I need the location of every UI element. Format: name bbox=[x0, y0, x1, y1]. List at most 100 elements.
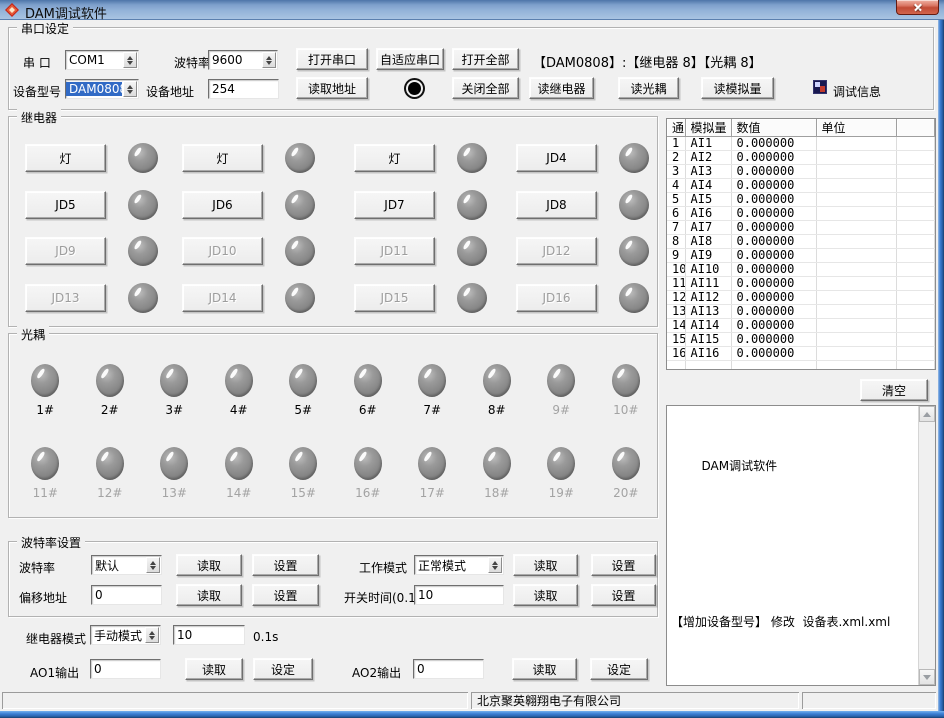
opto-channel-label: 18# bbox=[484, 486, 509, 500]
debug-info-icon bbox=[813, 80, 827, 94]
col-header-extra[interactable] bbox=[896, 119, 935, 137]
relay-button[interactable]: JD12 bbox=[516, 237, 597, 265]
relay-button[interactable]: JD14 bbox=[182, 284, 263, 312]
relay-button[interactable]: 灯 bbox=[354, 144, 435, 172]
status-pane-company: 北京聚英翱翔电子有限公司 bbox=[471, 692, 799, 709]
col-header-value[interactable]: 数值 bbox=[731, 119, 816, 137]
table-row[interactable]: 7 AI7 0.000000 bbox=[667, 221, 935, 235]
cell-unit bbox=[816, 193, 896, 207]
opto-channel-label: 10# bbox=[613, 403, 638, 417]
table-row[interactable]: 14 AI14 0.000000 bbox=[667, 319, 935, 333]
table-row[interactable]: 1 AI1 0.000000 bbox=[667, 137, 935, 151]
relay-mode-time-input[interactable] bbox=[173, 625, 245, 645]
cell-value: 0.000000 bbox=[731, 319, 816, 333]
table-row[interactable]: 4 AI4 0.000000 bbox=[667, 179, 935, 193]
col-header-analog[interactable]: 模拟量 bbox=[685, 119, 731, 137]
relay-mode-combobox[interactable]: 手动模式 bbox=[90, 625, 161, 645]
relay-button[interactable]: 灯 bbox=[182, 144, 263, 172]
open-port-button[interactable]: 打开串口 bbox=[296, 48, 368, 70]
relay-button[interactable]: JD8 bbox=[516, 191, 597, 219]
relay-button[interactable]: JD16 bbox=[516, 284, 597, 312]
close-all-button[interactable]: 关闭全部 bbox=[452, 77, 519, 99]
port-combobox[interactable]: COM1 bbox=[65, 50, 139, 70]
offset-set-button[interactable]: 设置 bbox=[252, 584, 319, 606]
relay-button[interactable]: JD4 bbox=[516, 144, 597, 172]
ao2-set-button[interactable]: 设定 bbox=[590, 658, 648, 680]
ao1-input[interactable] bbox=[90, 659, 161, 679]
table-row[interactable]: 13 AI13 0.000000 bbox=[667, 305, 935, 319]
close-icon bbox=[913, 3, 922, 12]
read-analog-button[interactable]: 读模拟量 bbox=[701, 77, 774, 99]
relay-button[interactable]: JD13 bbox=[25, 284, 106, 312]
dropdown-arrow-icon[interactable] bbox=[123, 52, 137, 68]
switch-time-set-button[interactable]: 设置 bbox=[591, 584, 656, 606]
work-mode-read-button[interactable]: 读取 bbox=[513, 554, 578, 576]
table-row[interactable]: 15 AI15 0.000000 bbox=[667, 333, 935, 347]
offset-read-button[interactable]: 读取 bbox=[176, 584, 242, 606]
scroll-down-button[interactable] bbox=[919, 669, 935, 685]
device-address-input[interactable] bbox=[208, 79, 279, 99]
cell-value: 0.000000 bbox=[731, 333, 816, 347]
opto-led-indicator bbox=[31, 364, 59, 397]
dropdown-arrow-icon[interactable] bbox=[146, 557, 160, 573]
table-row[interactable]: 11 AI11 0.000000 bbox=[667, 277, 935, 291]
table-row[interactable]: 12 AI12 0.000000 bbox=[667, 291, 935, 305]
log-scrollbar[interactable] bbox=[918, 406, 935, 685]
log-line bbox=[671, 512, 917, 525]
clear-button[interactable]: 清空 bbox=[860, 379, 928, 401]
dropdown-arrow-icon[interactable] bbox=[145, 627, 159, 643]
ao1-set-button[interactable]: 设定 bbox=[253, 658, 313, 680]
cell-extra bbox=[896, 221, 935, 235]
dropdown-arrow-icon[interactable] bbox=[123, 81, 137, 97]
table-row[interactable]: 2 AI2 0.000000 bbox=[667, 151, 935, 165]
device-model-combobox[interactable]: DAM0808 bbox=[65, 79, 139, 99]
work-mode-combobox[interactable]: 正常模式 bbox=[414, 555, 504, 575]
ao2-read-button[interactable]: 读取 bbox=[512, 658, 577, 680]
work-mode-value: 正常模式 bbox=[415, 557, 487, 574]
relay-button[interactable]: 灯 bbox=[25, 144, 106, 172]
cell-unit bbox=[816, 333, 896, 347]
scroll-up-button[interactable] bbox=[919, 406, 935, 422]
switch-time-read-button[interactable]: 读取 bbox=[513, 584, 578, 606]
table-row[interactable]: 10 AI10 0.000000 bbox=[667, 263, 935, 277]
opto-led-indicator bbox=[289, 447, 317, 480]
cell-unit bbox=[816, 249, 896, 263]
adaptive-port-button[interactable]: 自适应串口 bbox=[376, 48, 444, 70]
open-all-button[interactable]: 打开全部 bbox=[452, 48, 519, 70]
log-panel[interactable]: DAM调试软件 【增加设备型号】 修改 设备表.xml.xml 【模拟量 单位、… bbox=[666, 405, 936, 686]
ao2-input[interactable] bbox=[413, 659, 484, 679]
cell-channel: 1 bbox=[667, 137, 685, 151]
cell-value: 0.000000 bbox=[731, 277, 816, 291]
close-button[interactable] bbox=[896, 0, 939, 15]
col-header-channel[interactable]: 通 bbox=[667, 119, 685, 137]
dropdown-arrow-icon[interactable] bbox=[262, 52, 276, 68]
baudrate-set-combobox[interactable]: 默认 bbox=[91, 555, 162, 575]
read-opto-button[interactable]: 读光耦 bbox=[618, 77, 679, 99]
table-row[interactable]: 8 AI8 0.000000 bbox=[667, 235, 935, 249]
table-row[interactable]: 16 AI16 0.000000 bbox=[667, 347, 935, 361]
ao1-read-button[interactable]: 读取 bbox=[185, 658, 243, 680]
work-mode-set-button[interactable]: 设置 bbox=[591, 554, 656, 576]
read-address-button[interactable]: 读取地址 bbox=[296, 77, 368, 99]
table-row[interactable]: 5 AI5 0.000000 bbox=[667, 193, 935, 207]
relay-button[interactable]: JD7 bbox=[354, 191, 435, 219]
relay-button[interactable]: JD6 bbox=[182, 191, 263, 219]
relay-button[interactable]: JD9 bbox=[25, 237, 106, 265]
table-row[interactable]: 9 AI9 0.000000 bbox=[667, 249, 935, 263]
baudrate-read-button[interactable]: 读取 bbox=[176, 554, 242, 576]
relay-button[interactable]: JD5 bbox=[25, 191, 106, 219]
table-row[interactable]: 6 AI6 0.000000 bbox=[667, 207, 935, 221]
switch-time-input[interactable] bbox=[414, 585, 504, 605]
relay-button[interactable]: JD11 bbox=[354, 237, 435, 265]
baudrate-set-button[interactable]: 设置 bbox=[252, 554, 319, 576]
read-relay-button[interactable]: 读继电器 bbox=[529, 77, 594, 99]
relay-button[interactable]: JD15 bbox=[354, 284, 435, 312]
col-header-unit[interactable]: 单位 bbox=[816, 119, 896, 137]
offset-address-input[interactable] bbox=[91, 585, 162, 605]
baudrate-combobox[interactable]: 9600 bbox=[208, 50, 278, 70]
table-row[interactable]: 3 AI3 0.000000 bbox=[667, 165, 935, 179]
debug-info-label: 调试信息 bbox=[833, 83, 881, 100]
relay-button[interactable]: JD10 bbox=[182, 237, 263, 265]
dropdown-arrow-icon[interactable] bbox=[488, 557, 502, 573]
opto-channel: 2# bbox=[78, 362, 143, 445]
